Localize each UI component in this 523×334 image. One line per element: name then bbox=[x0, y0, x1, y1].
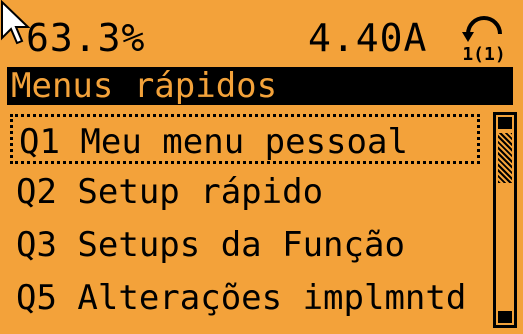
menu-item-q1[interactable]: Q1 Meu menu pessoal bbox=[10, 114, 480, 164]
menu-title: Menus rápidos bbox=[11, 66, 278, 106]
scroll-up-arrow-icon[interactable] bbox=[498, 117, 512, 129]
menu-item-label: Q1 Meu menu pessoal bbox=[19, 122, 408, 162]
setup-indicator-icon: 1(1) bbox=[462, 16, 506, 65]
mouse-pointer-icon bbox=[1, 0, 30, 45]
menu-title-bar: Menus rápidos bbox=[7, 67, 513, 105]
lcd-display: 63.3% 4.40A 1(1) Menus rápidos Q1 Meu me… bbox=[0, 0, 523, 334]
menu-item-label: Q5 Alterações implmntd bbox=[16, 278, 467, 318]
scroll-down-arrow-icon[interactable] bbox=[498, 311, 512, 323]
status-line: 63.3% 4.40A 1(1) bbox=[6, 12, 517, 68]
menu-item-label: Q3 Setups da Função bbox=[16, 225, 405, 265]
output-percentage: 63.3% bbox=[26, 16, 146, 60]
menu-item-q2[interactable]: Q2 Setup rápido bbox=[10, 167, 480, 217]
menu-item-label: Q2 Setup rápido bbox=[16, 172, 324, 212]
svg-text:1(1): 1(1) bbox=[462, 44, 505, 65]
scrollbar-thumb[interactable] bbox=[498, 133, 512, 183]
scrollbar[interactable] bbox=[493, 112, 517, 328]
menu-item-q3[interactable]: Q3 Setups da Função bbox=[10, 220, 480, 270]
menu-item-q5[interactable]: Q5 Alterações implmntd bbox=[10, 273, 480, 323]
motor-current: 4.40A bbox=[308, 16, 428, 60]
